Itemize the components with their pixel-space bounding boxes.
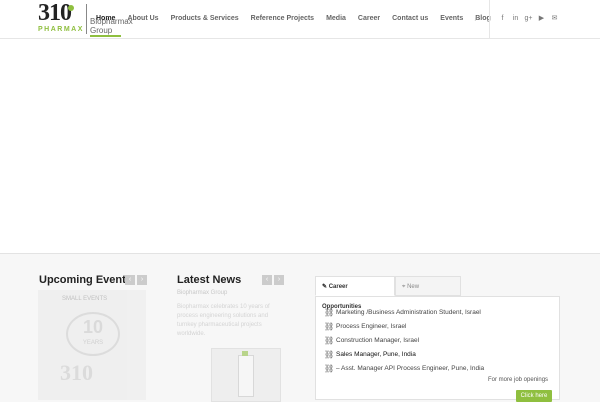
product-cap [242, 351, 248, 356]
anniversary-badge: 10 YEARS [66, 312, 120, 356]
event-image-caption: SMALL EVENTS [62, 296, 108, 302]
event-brand: 310 [60, 360, 93, 385]
pencil-icon: ✎ [322, 284, 328, 290]
nav-about-us[interactable]: About Us [121, 0, 164, 37]
youtube-icon[interactable]: ▶ [535, 12, 548, 26]
news-image[interactable] [211, 348, 281, 402]
link-icon: ⛓ [324, 336, 335, 345]
job-item[interactable]: ⛓ Sales Manager, Pune, India [324, 350, 416, 359]
job-title: Construction Manager, Israel [336, 337, 420, 344]
more-jobs-label: For more job openings [488, 377, 549, 383]
location-pin-icon: ⌖ [402, 284, 406, 290]
nav-reference-projects[interactable]: Reference Projects [245, 0, 320, 37]
linkedin-icon[interactable]: in [509, 12, 522, 26]
search-icon[interactable]: ⌕ [471, 13, 483, 25]
news-prev-button[interactable]: ‹ [262, 275, 272, 285]
main-nav: Home About Us Products & Services Refere… [90, 0, 497, 38]
events-title: Upcoming Events [39, 274, 132, 286]
nav-media[interactable]: Media [320, 0, 352, 37]
tab-career-label: Career Opportunities [322, 284, 362, 310]
news-excerpt: Biopharmax celebrates 10 years of proces… [177, 304, 270, 337]
job-item[interactable]: ⛓ Construction Manager, Israel [324, 336, 419, 345]
nav-contact-us[interactable]: Contact us [386, 0, 434, 37]
tab-career-opportunities[interactable]: ✎ Career Opportunities [315, 276, 395, 310]
nav-products-services[interactable]: Products & Services [165, 0, 245, 37]
googleplus-icon[interactable]: g+ [522, 12, 535, 26]
nav-home[interactable]: Home [90, 0, 122, 37]
tab-new-technologies[interactable]: ⌖ New Technologies [395, 276, 461, 310]
product-bottle [238, 355, 254, 397]
job-item[interactable]: ⛓ Process Engineer, Israel [324, 322, 406, 331]
click-here-button[interactable]: Click here [516, 390, 552, 402]
logo-dot-icon [68, 5, 74, 11]
news-title: Latest News [177, 274, 242, 286]
facebook-icon[interactable]: f [496, 12, 509, 26]
hero-slider [0, 39, 600, 254]
nav-events[interactable]: Events [434, 0, 469, 37]
link-icon: ⛓ [324, 322, 335, 331]
header-separator [489, 0, 490, 38]
logo-divider [86, 4, 87, 34]
event-image[interactable]: SMALL EVENTS 10 YEARS 310 [38, 290, 146, 400]
badge-years: YEARS [82, 340, 104, 346]
link-icon: ⛓ [324, 350, 335, 359]
news-meta[interactable]: Biopharmax Group [177, 290, 227, 296]
job-title: Process Engineer, Israel [336, 323, 407, 330]
nav-career[interactable]: Career [352, 0, 386, 37]
events-next-button[interactable]: › [137, 275, 147, 285]
logo-number: 310 [38, 0, 72, 26]
social-links: f in g+ ▶ ✉ [496, 12, 561, 26]
events-prev-button[interactable]: ‹ [125, 275, 135, 285]
site-header: 310 PHARMAX Biopharmax Group Home About … [0, 0, 600, 39]
link-icon: ⛓ [324, 364, 335, 373]
job-title: Sales Manager, Pune, India [336, 351, 416, 358]
mail-icon[interactable]: ✉ [548, 12, 561, 26]
badge-number: 10 [82, 317, 104, 337]
news-next-button[interactable]: › [274, 275, 284, 285]
job-item[interactable]: ⛓ – Asst. Manager API Process Engineer, … [324, 364, 484, 373]
logo-sub: PHARMAX [38, 26, 84, 33]
logo[interactable]: 310 PHARMAX [38, 0, 86, 35]
job-title: – Asst. Manager API Process Engineer, Pu… [336, 365, 485, 372]
